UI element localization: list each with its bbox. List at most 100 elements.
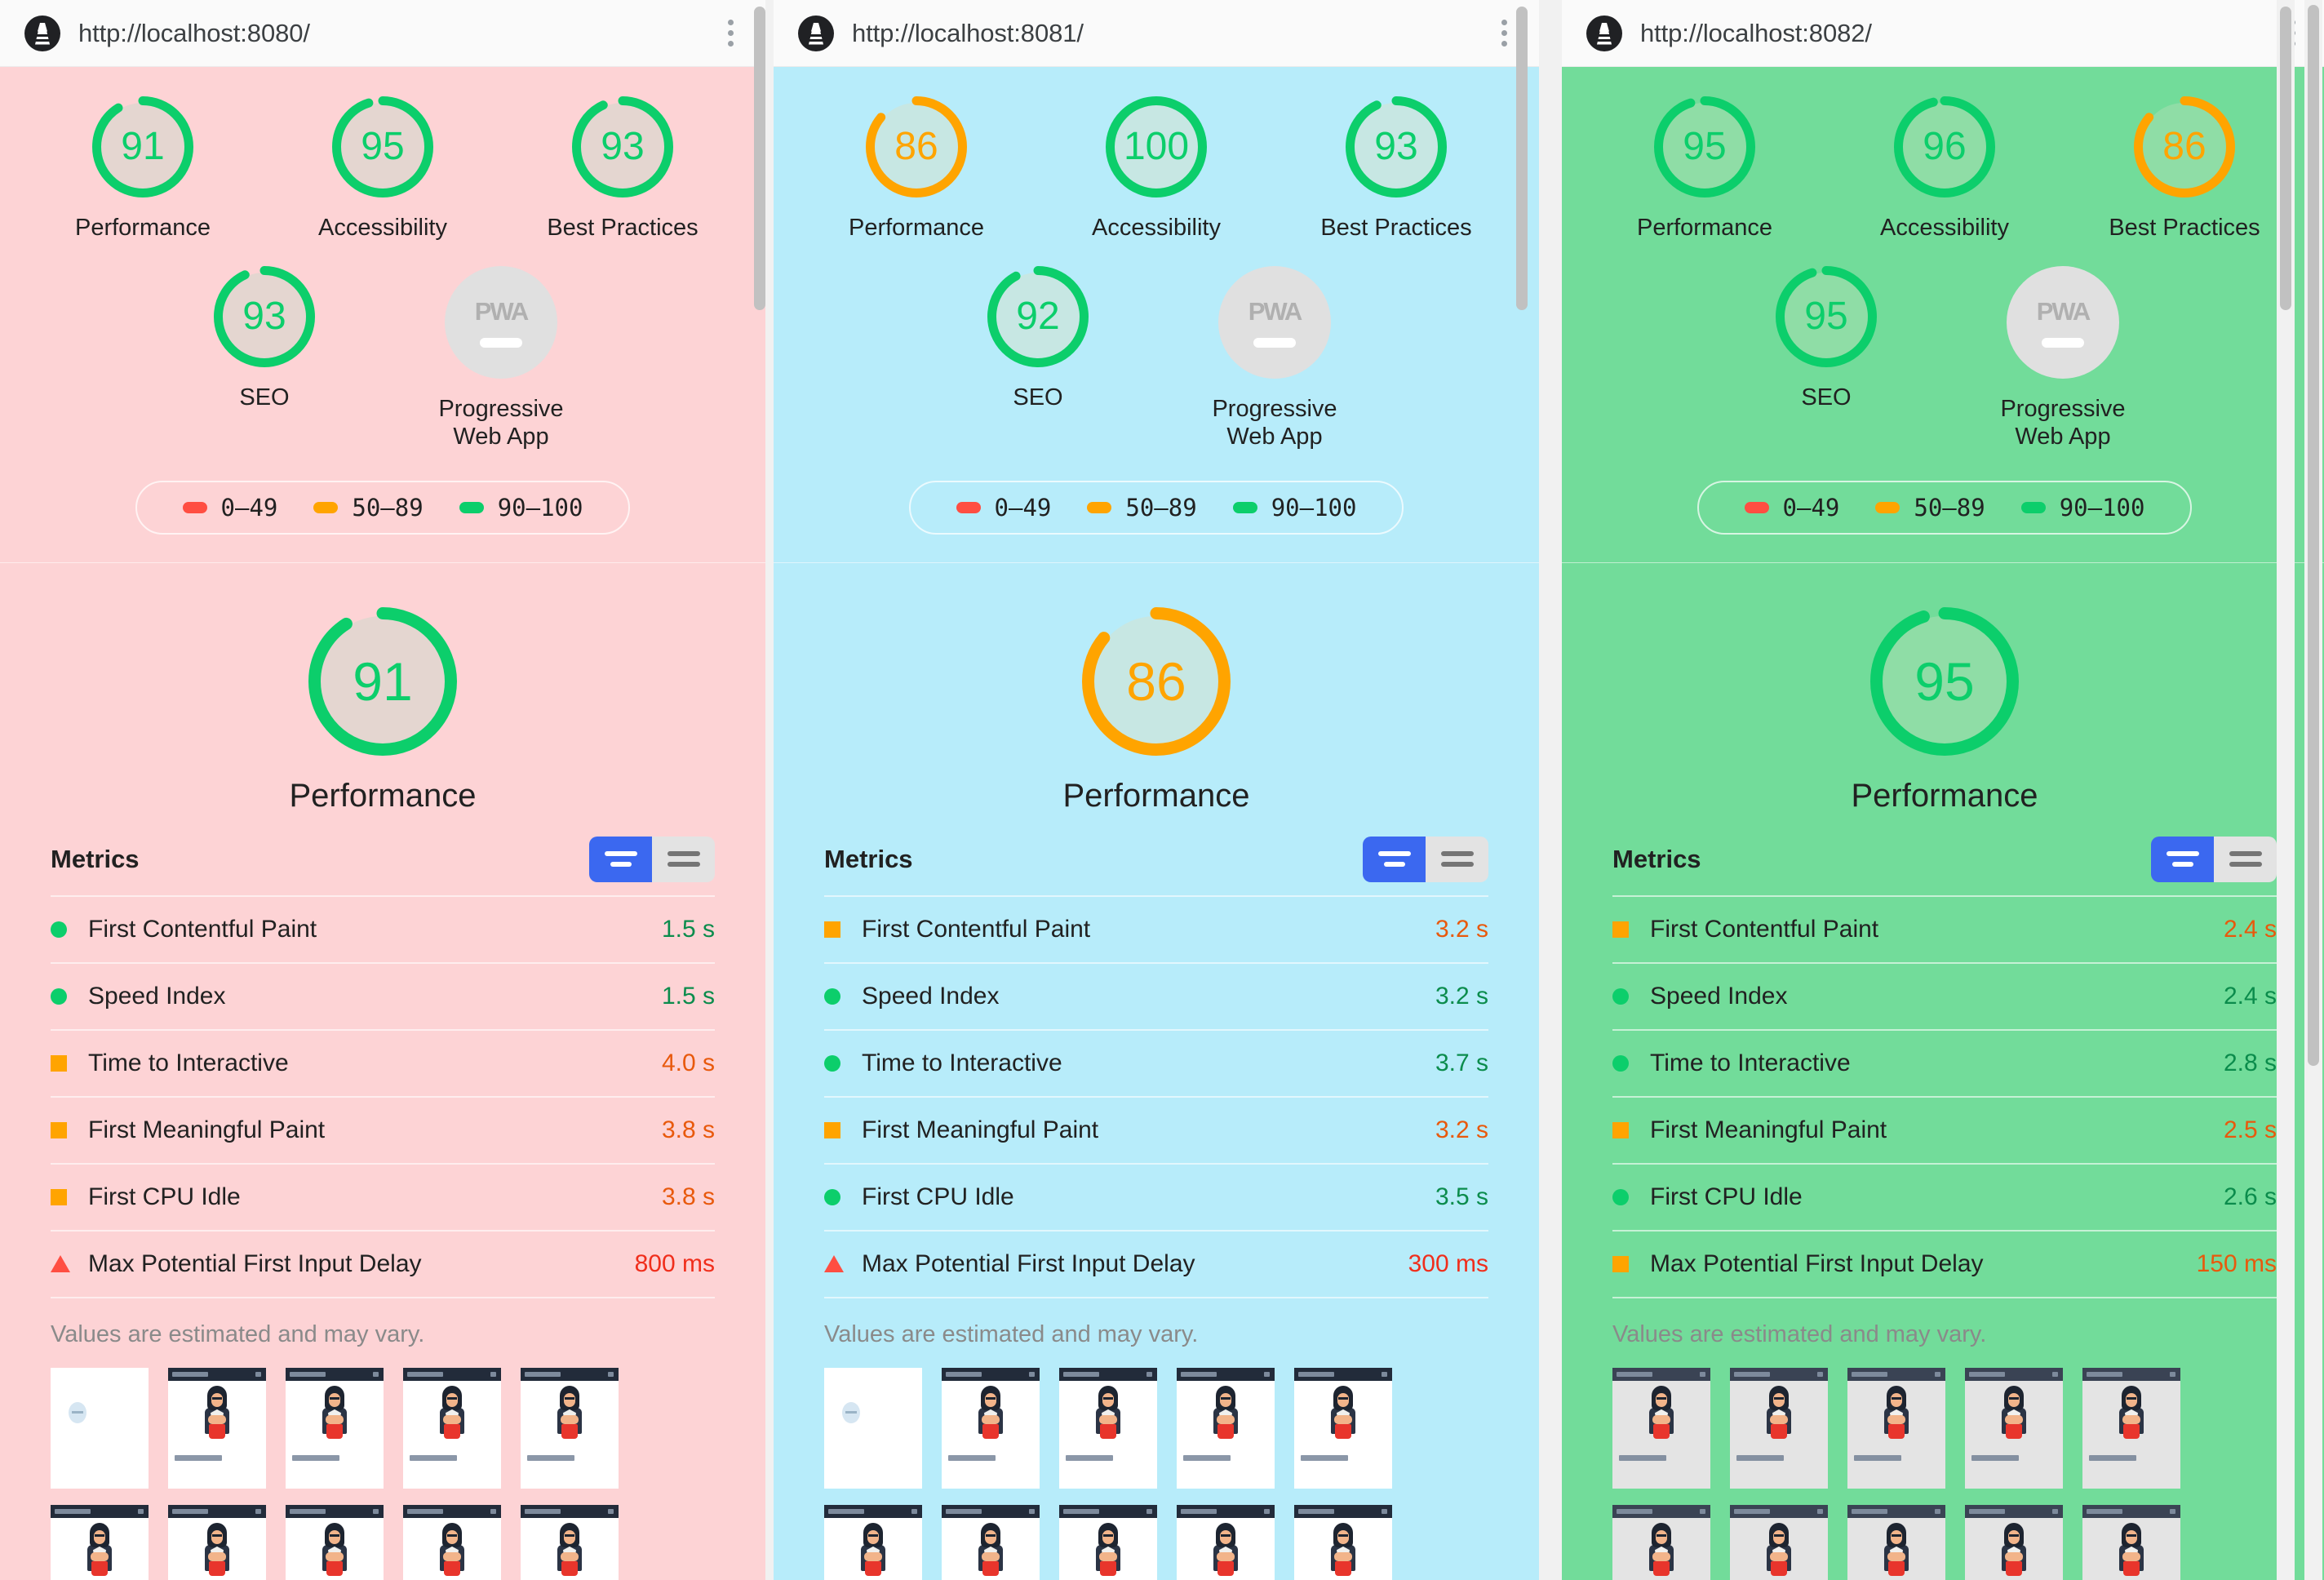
toggle-detailed-view-button[interactable] xyxy=(1426,836,1488,882)
metric-row[interactable]: Time to Interactive 2.8 s xyxy=(1612,1028,2277,1096)
legend-item: 0–49 xyxy=(1744,494,1839,521)
pwa-badge-bar xyxy=(2042,338,2084,348)
category-progressive-web-app[interactable]: PWA Progressive Web App xyxy=(1181,266,1368,450)
metrics-view-toggle[interactable] xyxy=(2151,836,2277,882)
page-scrollbar[interactable] xyxy=(2304,0,2322,1580)
legend-range: 0–49 xyxy=(994,493,1052,521)
metric-marker-average-icon xyxy=(824,921,862,938)
toggle-detailed-view-button[interactable] xyxy=(652,836,715,882)
metric-value: 150 ms xyxy=(2196,1249,2277,1277)
metric-name: First Meaningful Paint xyxy=(1650,1116,1887,1143)
thumbnail-navbar xyxy=(403,1504,501,1518)
category-performance[interactable]: 95 Performance xyxy=(1611,96,1798,242)
toggle-simple-view-button[interactable] xyxy=(1363,836,1426,882)
metric-name: Speed Index xyxy=(1650,982,1788,1010)
category-scores: 95 Performance 96 Accessibility 86 Best Pract… xyxy=(1562,67,2324,562)
lighthouse-logo-icon xyxy=(24,15,60,51)
metric-row[interactable]: Speed Index 2.4 s xyxy=(1612,961,2277,1029)
lighthouse-report-panel-1: http://localhost:8080/91 Performance 95 Acc… xyxy=(0,0,765,1580)
category-best-practices[interactable]: 93 Best Practices xyxy=(1302,96,1490,242)
page-scrollbar-thumb[interactable] xyxy=(2308,5,2319,1066)
category-performance[interactable]: 86 Performance xyxy=(823,96,1010,242)
metric-row[interactable]: Speed Index 3.2 s xyxy=(824,961,1488,1029)
inner-scrollbar[interactable] xyxy=(2277,0,2295,1580)
category-seo[interactable]: 95 SEO xyxy=(1732,266,1920,411)
legend-item: 90–100 xyxy=(1232,494,1356,521)
score-gauge: 93 xyxy=(214,266,315,368)
filmstrip-row xyxy=(51,1367,715,1489)
metric-marker-average-icon xyxy=(51,1121,88,1138)
category-accessibility[interactable]: 96 Accessibility xyxy=(1851,96,2038,242)
filmstrip-thumbnail xyxy=(942,1367,1040,1489)
metrics-view-toggle[interactable] xyxy=(589,836,715,882)
thumbnail-navbar xyxy=(942,1504,1040,1518)
left-panel-scrollbar[interactable] xyxy=(751,0,769,1580)
thumbnail-navbar xyxy=(1730,1367,1828,1381)
category-seo[interactable]: 92 SEO xyxy=(944,266,1132,411)
metric-name: First CPU Idle xyxy=(862,1183,1014,1210)
metric-row[interactable]: Time to Interactive 4.0 s xyxy=(51,1028,715,1096)
metric-row[interactable]: First Contentful Paint 1.5 s xyxy=(51,894,715,962)
thumbnail-navbar xyxy=(168,1504,266,1518)
middle-panel-scrollbar[interactable] xyxy=(1513,0,1531,1580)
metric-row[interactable]: Speed Index 1.5 s xyxy=(51,961,715,1029)
toggle-detailed-view-button[interactable] xyxy=(2214,836,2277,882)
metric-name: Max Potential First Input Delay xyxy=(862,1249,1195,1277)
category-label: SEO xyxy=(1013,384,1063,411)
metric-name: First Contentful Paint xyxy=(88,915,317,943)
pwa-badge-icon: PWA xyxy=(2007,266,2119,379)
toggle-simple-view-button[interactable] xyxy=(589,836,652,882)
legend-swatch-icon xyxy=(956,501,981,513)
thumbnail-illustration xyxy=(202,1522,232,1580)
metric-marker-pass-icon xyxy=(51,988,88,1005)
category-row-primary: 95 Performance 96 Accessibility 86 Best Pract… xyxy=(1562,96,2324,242)
score-gauge: 91 xyxy=(308,606,457,756)
category-best-practices[interactable]: 93 Best Practices xyxy=(529,96,716,242)
metric-name: First Contentful Paint xyxy=(862,915,1091,943)
metric-row[interactable]: First Contentful Paint 3.2 s xyxy=(824,894,1488,962)
inner-scrollbar-thumb[interactable] xyxy=(2280,7,2291,310)
filmstrip-thumbnail xyxy=(1965,1504,2063,1580)
thumbnail-navbar xyxy=(168,1367,266,1381)
metric-row[interactable]: Max Potential First Input Delay 800 ms xyxy=(51,1229,715,1297)
report-url[interactable]: http://localhost:8080/ xyxy=(78,19,310,48)
legend-item: 0–49 xyxy=(956,493,1052,521)
toggle-simple-view-button[interactable] xyxy=(2151,836,2214,882)
thumbnail-navbar xyxy=(521,1504,619,1518)
filmstrip-thumbnail xyxy=(286,1367,384,1489)
filmstrip-thumbnail xyxy=(286,1504,384,1580)
middle-panel-scrollbar-thumb[interactable] xyxy=(1516,7,1528,310)
category-row-secondary: 92 SEO PWA Progressive Web App xyxy=(774,266,1539,450)
report-url[interactable]: http://localhost:8081/ xyxy=(852,19,1084,48)
left-panel-scrollbar-thumb[interactable] xyxy=(754,7,765,310)
category-progressive-web-app[interactable]: PWA Progressive Web App xyxy=(407,266,595,450)
metric-row[interactable]: First CPU Idle 3.5 s xyxy=(824,1162,1488,1230)
filmstrip-thumbnail xyxy=(824,1367,922,1489)
metrics-view-toggle[interactable] xyxy=(1363,836,1488,882)
legend-swatch-icon xyxy=(1875,501,1900,513)
thumbnail-text xyxy=(175,1454,222,1461)
metric-value: 3.2 s xyxy=(1435,1116,1488,1143)
filmstrip-row xyxy=(51,1504,715,1580)
metric-row[interactable]: First Meaningful Paint 3.2 s xyxy=(824,1095,1488,1163)
metric-row[interactable]: Max Potential First Input Delay 150 ms xyxy=(1612,1229,2277,1297)
legend-swatch-icon xyxy=(1744,501,1769,513)
thumbnail-navbar xyxy=(1847,1367,1945,1381)
metric-row[interactable]: Time to Interactive 3.7 s xyxy=(824,1028,1488,1096)
metric-row[interactable]: First Meaningful Paint 3.8 s xyxy=(51,1095,715,1163)
category-best-practices[interactable]: 86 Best Practices xyxy=(2091,96,2278,242)
metric-row[interactable]: Max Potential First Input Delay 300 ms xyxy=(824,1229,1488,1297)
category-accessibility[interactable]: 100 Accessibility xyxy=(1062,96,1250,242)
category-seo[interactable]: 93 SEO xyxy=(171,266,358,411)
category-accessibility[interactable]: 95 Accessibility xyxy=(289,96,477,242)
metric-row[interactable]: First Meaningful Paint 2.5 s xyxy=(1612,1095,2277,1163)
category-performance[interactable]: 91 Performance xyxy=(49,96,237,242)
more-options-icon[interactable] xyxy=(716,16,744,51)
metric-row[interactable]: First Contentful Paint 2.4 s xyxy=(1612,894,2277,962)
thumbnail-illustration xyxy=(2117,1385,2146,1446)
category-progressive-web-app[interactable]: PWA Progressive Web App xyxy=(1969,266,2157,450)
metric-name: Time to Interactive xyxy=(1650,1049,1851,1076)
metric-row[interactable]: First CPU Idle 2.6 s xyxy=(1612,1162,2277,1230)
report-url[interactable]: http://localhost:8082/ xyxy=(1640,19,1872,48)
metric-row[interactable]: First CPU Idle 3.8 s xyxy=(51,1162,715,1230)
